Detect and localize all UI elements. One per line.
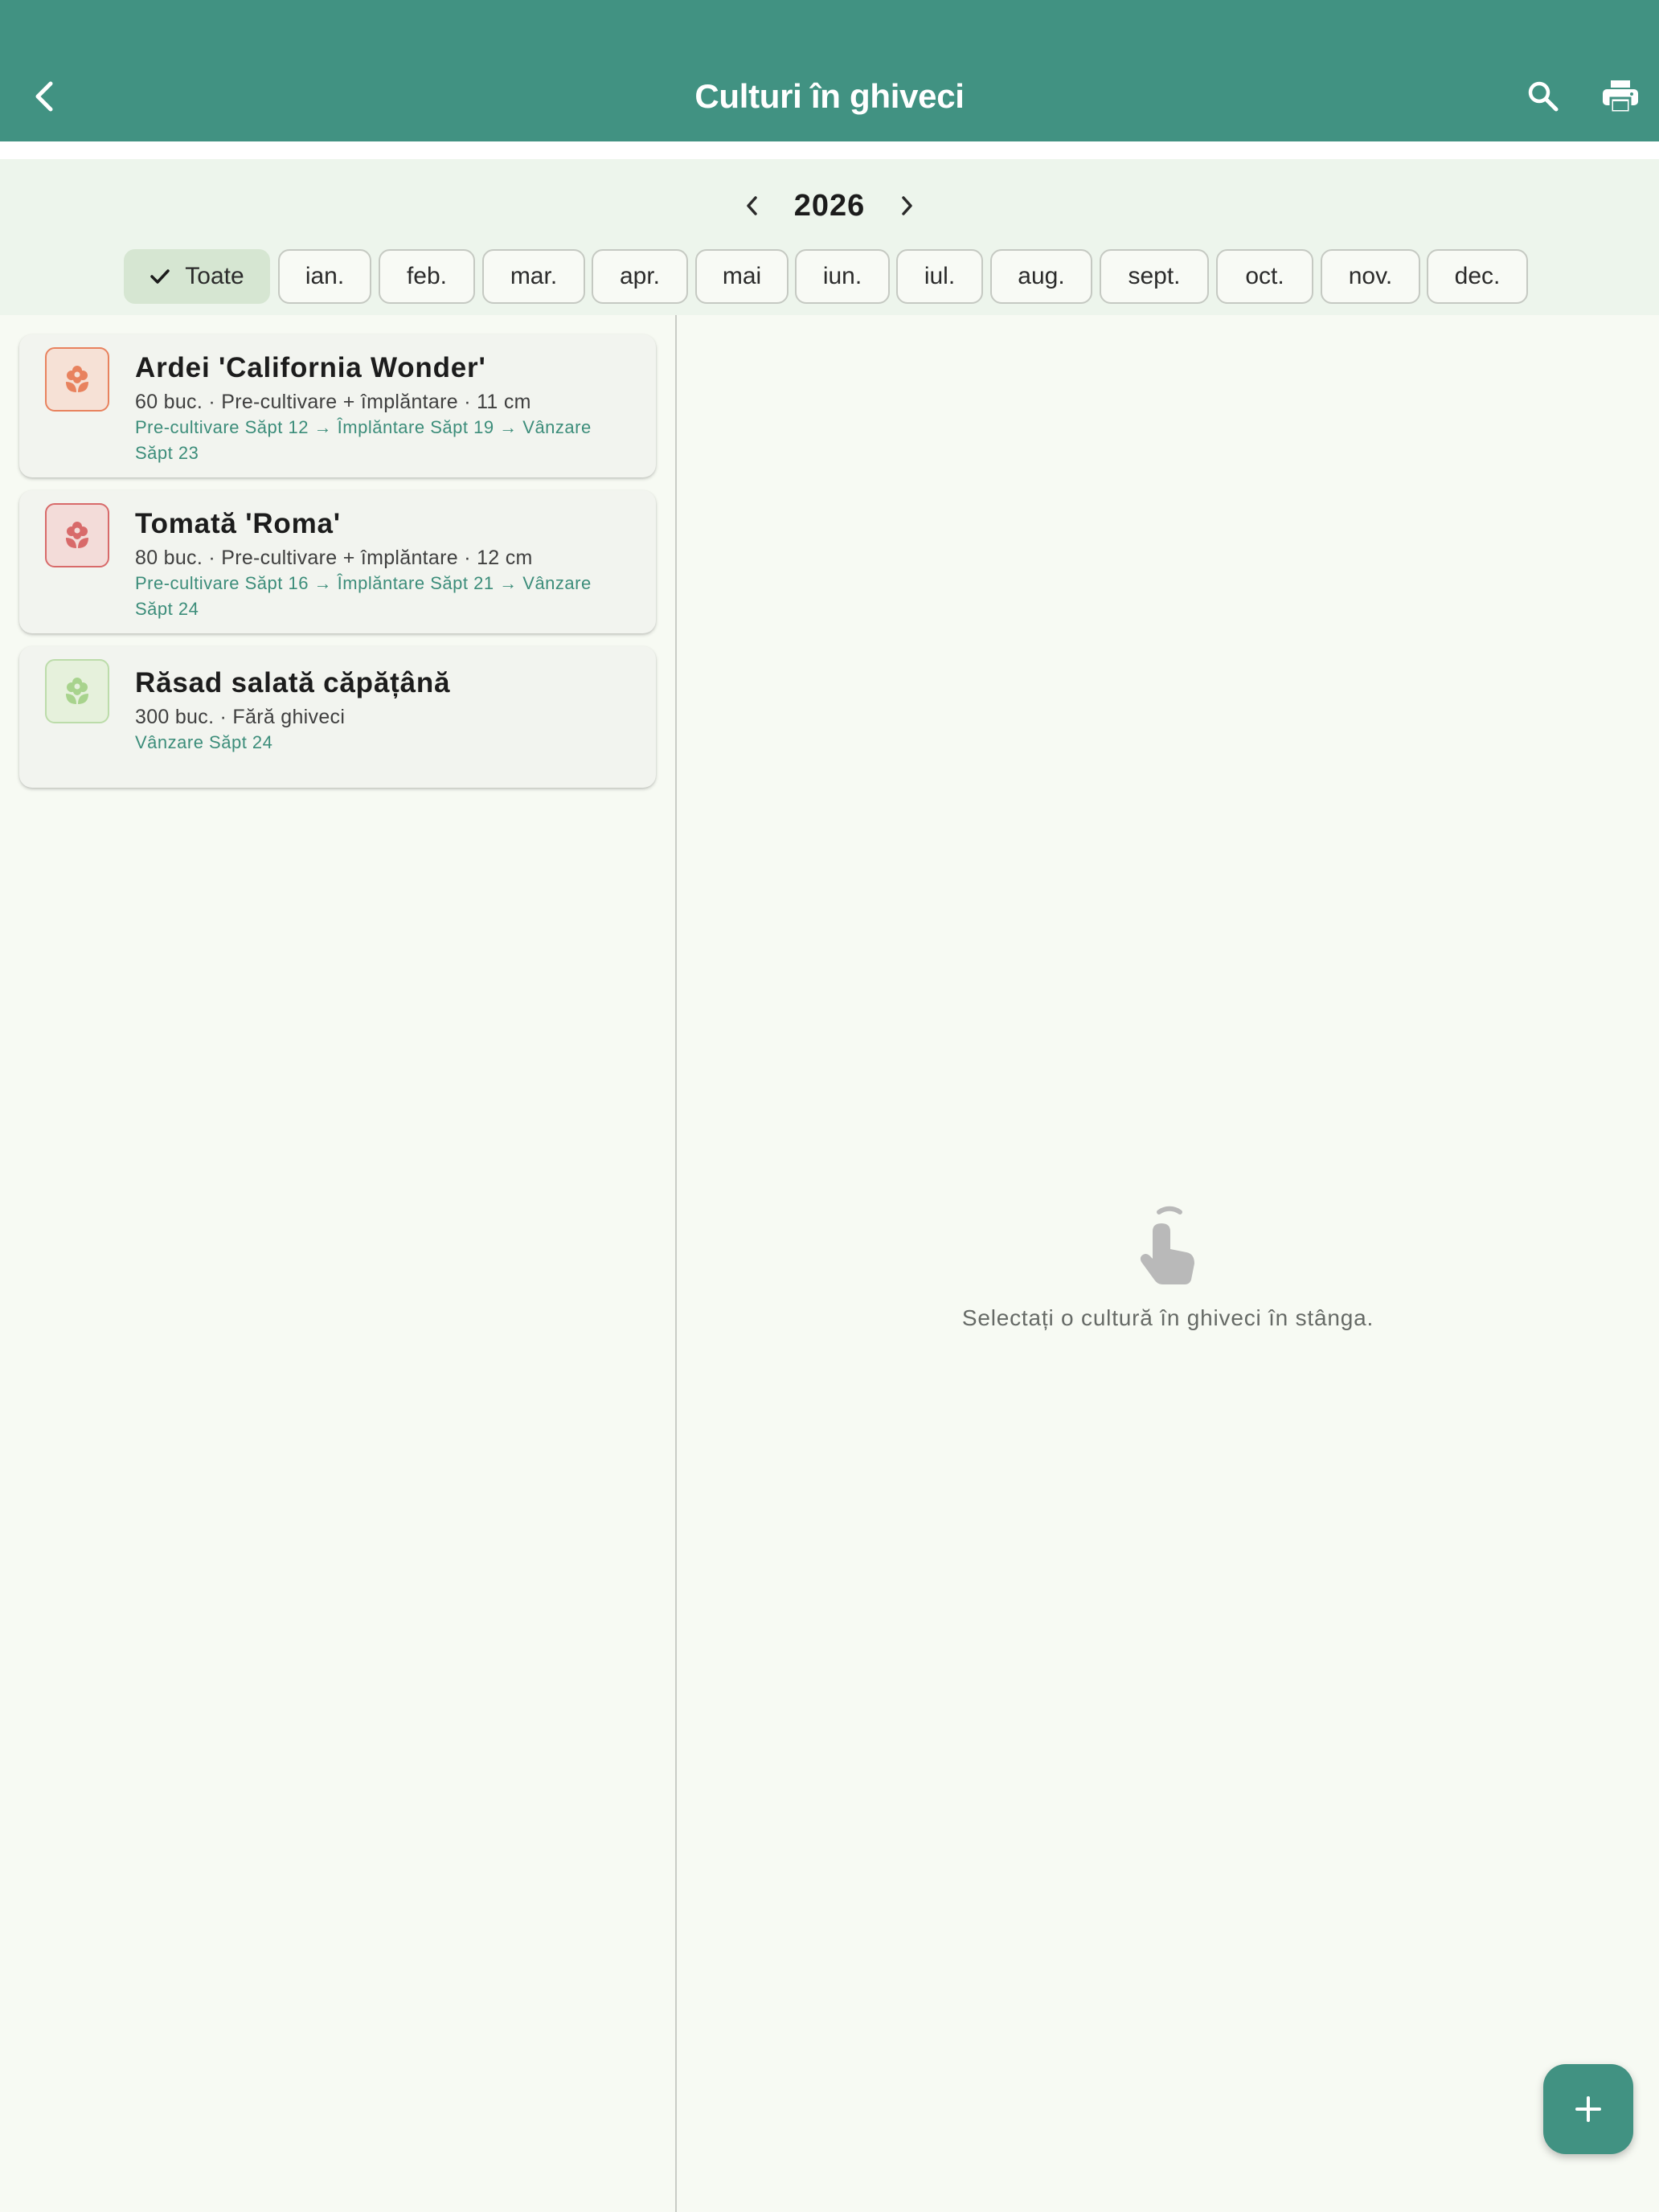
crop-meta: 300 buc. · Fără ghiveci — [135, 706, 346, 728]
chip-label: feb. — [406, 263, 448, 289]
page-title: Culturi în ghiveci — [694, 77, 965, 115]
chevron-right-icon — [902, 196, 912, 215]
crop-schedule: Vânzare Săpt 24 — [135, 732, 273, 752]
month-chip-apr[interactable]: apr. — [592, 249, 688, 304]
crop-name: Răsad salată căpățână — [135, 667, 451, 698]
flower-icon — [66, 366, 88, 392]
crop-card[interactable]: Tomată 'Roma' 80 buc. · Pre-cultivare + … — [19, 490, 656, 633]
chip-label: apr. — [619, 263, 661, 289]
chip-label: iun. — [822, 263, 862, 289]
check-icon — [150, 268, 170, 285]
crop-thumbnail — [45, 347, 109, 412]
crop-meta: 60 buc. · Pre-cultivare + împlăntare · 1… — [135, 391, 531, 413]
crop-name: Ardei 'California Wonder' — [135, 352, 486, 383]
year-label: 2026 — [793, 189, 866, 223]
crop-meta: 80 buc. · Pre-cultivare + împlăntare · 1… — [135, 547, 533, 569]
empty-state-text: Selectați o cultură în ghiveci în stânga… — [961, 1305, 1374, 1330]
month-chip-all[interactable]: Toate — [124, 249, 270, 304]
crop-card[interactable]: Ardei 'California Wonder' 60 buc. · Pre-… — [19, 334, 656, 477]
month-chip-sep[interactable]: sept. — [1100, 249, 1209, 304]
appbar-divider — [0, 141, 1659, 159]
search-icon — [1528, 81, 1559, 112]
month-filter-chips: Toate ian. feb. mar. apr. mai iun. iul. … — [0, 249, 1659, 304]
year-selector: 2026 — [0, 183, 1659, 228]
month-chip-jan[interactable]: ian. — [278, 249, 371, 304]
chip-label: mai — [722, 263, 762, 289]
crop-schedule: Pre-cultivare Săpt 12 → Împlăntare Săpt … — [135, 417, 592, 463]
month-chip-mar[interactable]: mar. — [482, 249, 585, 304]
month-chip-may[interactable]: mai — [695, 249, 789, 304]
crop-card[interactable]: Răsad salată căpățână 300 buc. · Fără gh… — [19, 646, 656, 788]
month-chip-oct[interactable]: oct. — [1216, 249, 1313, 304]
crop-thumbnail — [45, 659, 109, 723]
chip-label: Toate — [185, 263, 244, 289]
chip-label: nov. — [1348, 263, 1393, 289]
touch-icon — [1140, 1206, 1194, 1284]
app-bar: Culturi în ghiveci — [0, 0, 1659, 141]
chip-label: mar. — [510, 263, 558, 289]
month-chip-jul[interactable]: iul. — [896, 249, 983, 304]
chip-label: oct. — [1245, 263, 1284, 289]
pane-divider — [675, 315, 677, 2212]
plus-icon — [1575, 2096, 1601, 2122]
chip-label: sept. — [1128, 263, 1181, 289]
crop-schedule: Pre-cultivare Săpt 16 → Împlăntare Săpt … — [135, 573, 592, 619]
chip-label: aug. — [1018, 263, 1065, 289]
print-button[interactable] — [1595, 71, 1646, 122]
month-chip-dec[interactable]: dec. — [1427, 249, 1528, 304]
month-chip-aug[interactable]: aug. — [990, 249, 1092, 304]
crop-thumbnail — [45, 503, 109, 567]
next-year-button[interactable] — [887, 186, 926, 225]
flower-icon — [66, 522, 88, 548]
print-icon — [1603, 80, 1638, 114]
chip-label: dec. — [1454, 263, 1501, 289]
crop-name: Tomată 'Roma' — [135, 508, 341, 539]
crop-list: Ardei 'California Wonder' 60 buc. · Pre-… — [0, 315, 675, 2212]
add-crop-button[interactable] — [1543, 2064, 1633, 2154]
month-chip-feb[interactable]: feb. — [379, 249, 475, 304]
month-chip-jun[interactable]: iun. — [795, 249, 890, 304]
month-chip-nov[interactable]: nov. — [1321, 249, 1420, 304]
chip-label: iul. — [924, 263, 956, 289]
flower-icon — [66, 678, 88, 704]
search-button[interactable] — [1518, 71, 1569, 122]
date-filter-bar: 2026 Toate ian. feb. mar. apr. mai iun. … — [0, 159, 1659, 315]
chip-label: ian. — [305, 263, 345, 289]
